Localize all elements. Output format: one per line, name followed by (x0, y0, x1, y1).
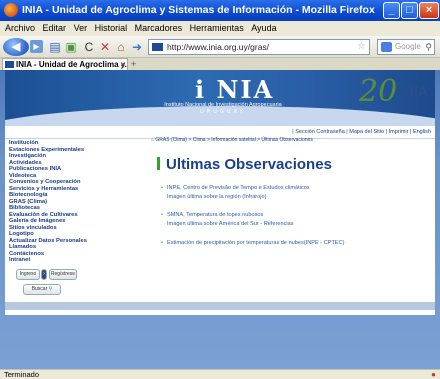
breadcrumb-home[interactable]: GRAS (Clima) (155, 137, 187, 143)
breadcrumb-home-icon[interactable]: ⌂ (151, 137, 154, 143)
menu-ver[interactable]: Ver (74, 21, 88, 36)
search-box[interactable]: Google ⚲ (377, 39, 435, 55)
buscar-label: Buscar (31, 286, 48, 292)
status-addon-icon[interactable]: ● (431, 370, 436, 379)
sidebar-item[interactable]: Intranet (9, 257, 75, 264)
bullet-icon: • (161, 185, 163, 191)
url-text: http://www.inia.org.uy/gras/ (167, 42, 270, 52)
sidebar-item[interactable]: Galería de Imágenes (9, 218, 75, 225)
tab-label: INIA - Unidad de Agroclima y... (16, 60, 128, 69)
observation-link[interactable]: Estimación de precipitación por temperat… (167, 239, 345, 248)
page-title-text: Ultimas Observaciones (166, 156, 332, 173)
buscar-button[interactable]: Buscar ⚲ (23, 284, 61, 295)
breadcrumb-trail: > Clima > Información satelital > Última… (188, 137, 313, 143)
footer-band (5, 302, 435, 310)
stop-icon[interactable]: ✕ (98, 40, 112, 54)
register-label: Regístrese (50, 271, 76, 277)
observation-sublink[interactable]: Imagen última sobre la región (Infrarojo… (167, 193, 310, 202)
observation-link[interactable]: INPE, Centro de Previsão de Tempo e Estu… (167, 184, 310, 193)
back-button[interactable]: ◀ (3, 38, 29, 56)
register-button[interactable]: Regístrese (49, 269, 77, 280)
go-icon[interactable]: ➜ (130, 40, 144, 54)
inia-logo[interactable]: i NIA (195, 75, 274, 104)
observation-link[interactable]: SMNA, Temperatura de topes nubosos (167, 211, 294, 220)
web-page: i NIA Instituto Nacional de Investigació… (5, 70, 435, 315)
page-viewport: i NIA Instituto Nacional de Investigació… (0, 70, 440, 369)
menu-marcadores[interactable]: Marcadores (135, 21, 183, 36)
observation-sublink[interactable]: Imagen última sobre América del Sur - Re… (167, 220, 294, 229)
sidebar-menu: Institución Estaciones Experimentales In… (9, 140, 87, 264)
menu-bar: Archivo Editar Ver Historial Marcadores … (0, 21, 440, 36)
anniversary-logo: i NIA (396, 83, 428, 99)
maximize-button[interactable]: □ (401, 2, 418, 19)
menu-editar[interactable]: Editar (43, 21, 67, 36)
forward-button[interactable]: ▶ (30, 40, 43, 53)
tab-favicon (5, 61, 14, 68)
ingreso-label: Ingreso (19, 271, 37, 277)
search-placeholder: Google (395, 42, 421, 51)
bullet-icon: • (161, 212, 163, 218)
bullet-icon: • (161, 240, 163, 246)
history-icon[interactable]: ▤ (48, 40, 62, 54)
anniversary-number: 20 (359, 74, 398, 109)
google-icon (381, 42, 392, 52)
sidebar-item[interactable]: Convenios y Cooperación (9, 179, 81, 186)
magnifier-icon: ⚲ (48, 286, 53, 292)
tab-close-icon[interactable]: × (120, 59, 125, 70)
bookmark-icon[interactable]: ▣ (64, 40, 78, 54)
star-icon[interactable]: ☆ (357, 40, 366, 54)
ingreso-button[interactable]: Ingreso (16, 269, 40, 280)
title-accent-bar (157, 157, 160, 170)
status-text: Terminado (4, 370, 40, 379)
breadcrumb: ⌂ GRAS (Clima) > Clima > Información sat… (151, 137, 313, 143)
page-title: Ultimas Observaciones (157, 156, 332, 173)
menu-ayuda[interactable]: Ayuda (251, 21, 276, 36)
firefox-icon (4, 3, 18, 17)
tab-bar: INIA - Unidad de Agroclima y... × + (0, 58, 440, 70)
country-name: URUGUAY (200, 109, 246, 115)
tab-inia[interactable]: INIA - Unidad de Agroclima y... × (2, 58, 128, 70)
observation-item: • INPE, Centro de Previsão de Tempo e Es… (161, 184, 310, 202)
url-bar[interactable]: http://www.inia.org.uy/gras/ ☆ (148, 39, 370, 55)
menu-archivo[interactable]: Archivo (5, 21, 35, 36)
observation-item: • Estimación de precipitación por temper… (161, 239, 345, 248)
home-icon[interactable]: ⌂ (114, 40, 128, 54)
header-banner: i NIA Instituto Nacional de Investigació… (5, 70, 435, 126)
search-icon[interactable]: ⚲ (425, 40, 432, 54)
new-tab-button[interactable]: + (131, 59, 136, 69)
menu-historial[interactable]: Historial (95, 21, 128, 36)
browser-window: INIA - Unidad de Agroclima y Sistemas de… (0, 0, 440, 379)
menu-herramientas[interactable]: Herramientas (190, 21, 244, 36)
reload-icon[interactable]: C (82, 40, 96, 54)
status-bar: Terminado ● (0, 369, 440, 379)
window-title: INIA - Unidad de Agroclima y Sistemas de… (22, 4, 375, 16)
navigation-toolbar: ◀ ▶ ▤ ▣ C ✕ ⌂ ➜ http://www.inia.org.uy/g… (0, 36, 440, 58)
org-name: Instituto Nacional de Investigación Agro… (164, 102, 282, 108)
title-bar: INIA - Unidad de Agroclima y Sistemas de… (0, 0, 440, 21)
site-favicon (152, 43, 163, 51)
ingreso-arrow-icon[interactable]: › (41, 269, 47, 280)
minimize-button[interactable]: _ (383, 2, 400, 19)
close-button[interactable]: × (419, 2, 439, 19)
observation-item: • SMNA, Temperatura de topes nubosos Ima… (161, 211, 294, 229)
